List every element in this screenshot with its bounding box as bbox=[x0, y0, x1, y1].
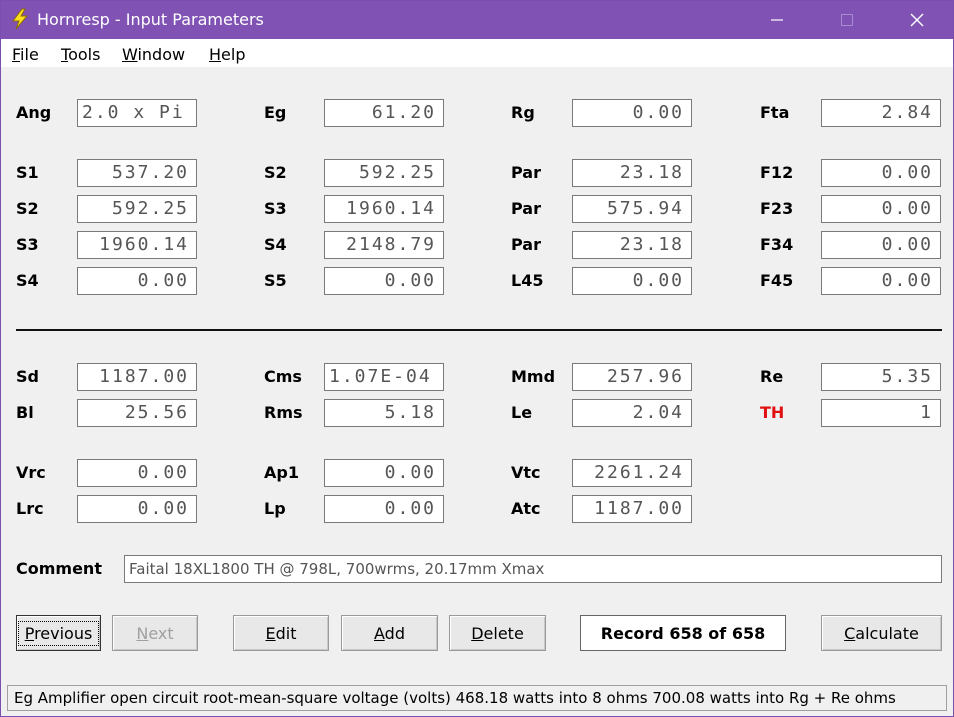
field-s1[interactable]: 537.20 bbox=[77, 159, 197, 187]
label-s3: S3 bbox=[264, 199, 287, 218]
field-par-3[interactable]: 23.18 bbox=[572, 231, 692, 259]
field-s3[interactable]: 1960.14 bbox=[324, 195, 444, 223]
minimize-icon bbox=[771, 19, 783, 21]
menu-window[interactable]: Window bbox=[122, 45, 185, 64]
field-f34[interactable]: 0.00 bbox=[821, 231, 941, 259]
field-atc[interactable]: 1187.00 bbox=[572, 495, 692, 523]
field-s2[interactable]: 592.25 bbox=[324, 159, 444, 187]
field-cms[interactable]: 1.07E-04 bbox=[324, 363, 444, 391]
label-rg: Rg bbox=[511, 103, 535, 122]
edit-button[interactable]: Edit bbox=[233, 615, 329, 651]
field-fta[interactable]: 2.84 bbox=[821, 99, 941, 127]
title-bar[interactable]: Hornresp - Input Parameters bbox=[1, 1, 953, 39]
field-le[interactable]: 2.04 bbox=[572, 399, 692, 427]
field-th[interactable]: 1 bbox=[821, 399, 941, 427]
label-cms: Cms bbox=[264, 367, 302, 386]
field-s4[interactable]: 2148.79 bbox=[324, 231, 444, 259]
field-s3-b[interactable]: 1960.14 bbox=[77, 231, 197, 259]
field-re[interactable]: 5.35 bbox=[821, 363, 941, 391]
field-ang[interactable]: 2.0 x Pi bbox=[77, 99, 197, 127]
comment-field[interactable]: Faital 18XL1800 TH @ 798L, 700wrms, 20.1… bbox=[124, 555, 942, 583]
label-l45: L45 bbox=[511, 271, 544, 290]
maximize-button bbox=[817, 1, 877, 39]
field-bl[interactable]: 25.56 bbox=[77, 399, 197, 427]
field-ap1[interactable]: 0.00 bbox=[324, 459, 444, 487]
label-mmd: Mmd bbox=[511, 367, 556, 386]
label-par-1: Par bbox=[511, 163, 541, 182]
label-rms: Rms bbox=[264, 403, 303, 422]
window-title: Hornresp - Input Parameters bbox=[37, 10, 264, 29]
field-f45[interactable]: 0.00 bbox=[821, 267, 941, 295]
label-vrc: Vrc bbox=[16, 463, 46, 482]
label-lp: Lp bbox=[264, 499, 286, 518]
field-vrc[interactable]: 0.00 bbox=[77, 459, 197, 487]
label-s2-b: S2 bbox=[16, 199, 39, 218]
next-button: Next bbox=[112, 615, 198, 651]
menu-bar: File Tools Window Help bbox=[1, 39, 953, 67]
previous-button[interactable]: Previous bbox=[16, 615, 101, 651]
label-s4: S4 bbox=[264, 235, 287, 254]
close-icon bbox=[910, 13, 924, 27]
field-vtc[interactable]: 2261.24 bbox=[572, 459, 692, 487]
field-f23[interactable]: 0.00 bbox=[821, 195, 941, 223]
label-ap1: Ap1 bbox=[264, 463, 299, 482]
field-mmd[interactable]: 257.96 bbox=[572, 363, 692, 391]
label-s5: S5 bbox=[264, 271, 287, 290]
menu-tools[interactable]: Tools bbox=[61, 45, 100, 64]
delete-button[interactable]: Delete bbox=[449, 615, 546, 651]
menu-file[interactable]: File bbox=[12, 45, 39, 64]
label-le: Le bbox=[511, 403, 533, 422]
status-bar: Eg Amplifier open circuit root-mean-squa… bbox=[1, 683, 953, 716]
field-s4-b[interactable]: 0.00 bbox=[77, 267, 197, 295]
record-indicator: Record 658 of 658 bbox=[580, 615, 786, 651]
close-button[interactable] bbox=[887, 1, 947, 39]
label-f23: F23 bbox=[760, 199, 794, 218]
input-parameters-panel: Ang 2.0 x Pi Eg 61.20 Rg 0.00 Fta 2.84 S… bbox=[1, 67, 953, 683]
minimize-button[interactable] bbox=[747, 1, 807, 39]
label-par-2: Par bbox=[511, 199, 541, 218]
status-text: Eg Amplifier open circuit root-mean-squa… bbox=[7, 685, 947, 711]
label-par-3: Par bbox=[511, 235, 541, 254]
lightning-icon bbox=[9, 8, 31, 30]
label-ang: Ang bbox=[16, 103, 52, 122]
field-f12[interactable]: 0.00 bbox=[821, 159, 941, 187]
field-s2-b[interactable]: 592.25 bbox=[77, 195, 197, 223]
field-par-1[interactable]: 23.18 bbox=[572, 159, 692, 187]
label-re: Re bbox=[760, 367, 784, 386]
label-f34: F34 bbox=[760, 235, 794, 254]
add-button[interactable]: Add bbox=[341, 615, 438, 651]
field-l45[interactable]: 0.00 bbox=[572, 267, 692, 295]
field-s5[interactable]: 0.00 bbox=[324, 267, 444, 295]
label-th[interactable]: TH bbox=[760, 403, 784, 422]
field-lp[interactable]: 0.00 bbox=[324, 495, 444, 523]
label-sd: Sd bbox=[16, 367, 39, 386]
label-vtc: Vtc bbox=[511, 463, 541, 482]
label-atc: Atc bbox=[511, 499, 541, 518]
calculate-button[interactable]: Calculate bbox=[821, 615, 942, 651]
label-s2: S2 bbox=[264, 163, 287, 182]
field-rms[interactable]: 5.18 bbox=[324, 399, 444, 427]
label-f12: F12 bbox=[760, 163, 794, 182]
label-s3-b: S3 bbox=[16, 235, 39, 254]
label-lrc: Lrc bbox=[16, 499, 44, 518]
field-eg[interactable]: 61.20 bbox=[324, 99, 444, 127]
label-bl: Bl bbox=[16, 403, 34, 422]
label-comment: Comment bbox=[16, 559, 102, 578]
label-f45: F45 bbox=[760, 271, 794, 290]
field-rg[interactable]: 0.00 bbox=[572, 99, 692, 127]
maximize-icon bbox=[841, 14, 853, 26]
label-fta: Fta bbox=[760, 103, 790, 122]
hornresp-window: Hornresp - Input Parameters File Tools W… bbox=[0, 0, 954, 717]
label-s1: S1 bbox=[16, 163, 39, 182]
section-divider bbox=[16, 329, 942, 331]
label-s4-b: S4 bbox=[16, 271, 39, 290]
menu-help[interactable]: Help bbox=[209, 45, 245, 64]
label-eg: Eg bbox=[264, 103, 287, 122]
field-lrc[interactable]: 0.00 bbox=[77, 495, 197, 523]
field-sd[interactable]: 1187.00 bbox=[77, 363, 197, 391]
field-par-2[interactable]: 575.94 bbox=[572, 195, 692, 223]
